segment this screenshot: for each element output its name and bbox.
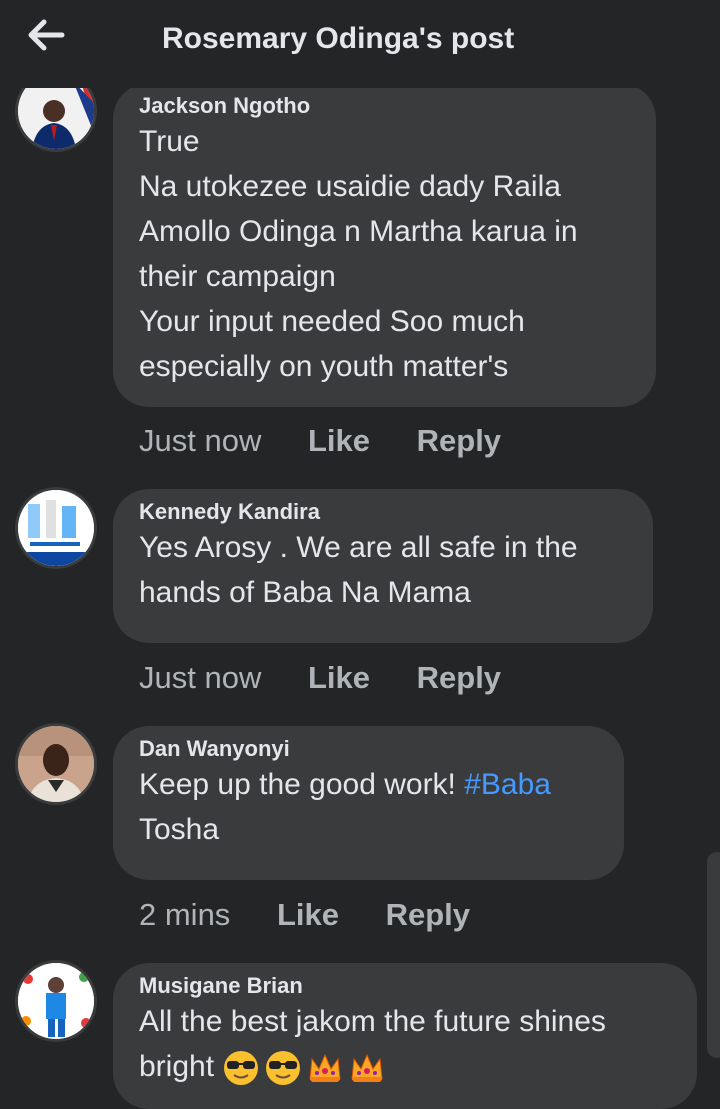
like-button[interactable]: Like: [277, 897, 339, 932]
reply-button[interactable]: Reply: [386, 897, 470, 932]
emoji-group: [222, 1049, 386, 1087]
commenter-name[interactable]: Jackson Ngotho: [139, 91, 632, 121]
timestamp[interactable]: Just now: [139, 660, 261, 695]
sunglasses-emoji: [224, 1051, 259, 1086]
comment-text: True Na utokezee usaidie dady Raila Amol…: [139, 125, 578, 383]
comment-actions: Just now Like Reply: [139, 421, 539, 461]
timestamp[interactable]: 2 mins: [139, 897, 230, 932]
avatar[interactable]: [18, 490, 94, 566]
comment-actions: 2 mins Like Reply: [139, 895, 508, 935]
crown-emoji: [351, 1053, 383, 1083]
hashtag-link[interactable]: #Baba: [464, 768, 551, 801]
like-button[interactable]: Like: [308, 660, 370, 695]
reply-button[interactable]: Reply: [417, 660, 501, 695]
commenter-name[interactable]: Musigane Brian: [139, 971, 673, 1001]
page-title: Rosemary Odinga's post: [162, 22, 515, 55]
reply-button[interactable]: Reply: [417, 423, 501, 458]
commenter-name[interactable]: Kennedy Kandira: [139, 497, 629, 527]
commenter-name[interactable]: Dan Wanyonyi: [139, 734, 600, 764]
top-bar: Rosemary Odinga's post: [0, 0, 720, 88]
comment-actions: Just now Like Reply: [139, 658, 539, 698]
crown-emoji: [309, 1053, 341, 1083]
avatar[interactable]: [18, 963, 94, 1039]
avatar[interactable]: [18, 726, 94, 802]
comment-bubble: Kennedy Kandira Yes Arosy . We are all s…: [113, 489, 653, 643]
comment-bubble: Musigane Brian All the best jakom the fu…: [113, 963, 697, 1109]
back-button[interactable]: [26, 18, 66, 54]
comment-bubble: Jackson Ngotho True Na utokezee usaidie …: [113, 83, 656, 407]
scrollbar-handle[interactable]: [707, 852, 720, 1058]
comment-text: Yes Arosy . We are all safe in the hands…: [139, 531, 578, 609]
timestamp[interactable]: Just now: [139, 423, 261, 458]
like-button[interactable]: Like: [308, 423, 370, 458]
arrow-left-icon: [28, 19, 65, 51]
sunglasses-emoji: [266, 1051, 301, 1086]
comment-bubble: Dan Wanyonyi Keep up the good work! #Bab…: [113, 726, 624, 880]
comment-text: All the best jakom the future shines bri…: [139, 999, 673, 1089]
comment-text: Keep up the good work! #Baba Tosha: [139, 768, 551, 846]
